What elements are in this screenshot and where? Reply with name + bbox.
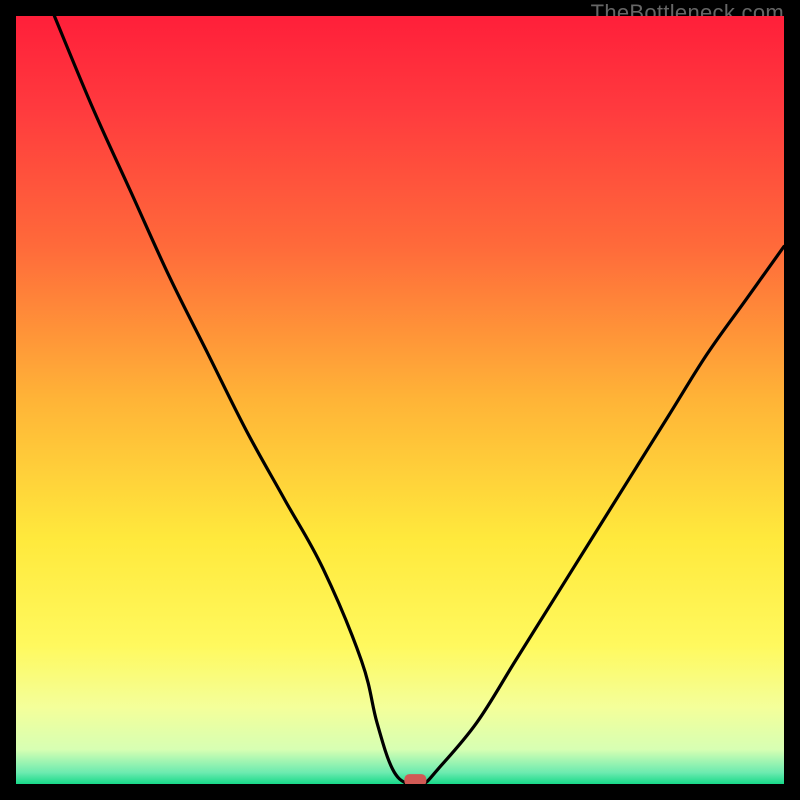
gradient-background (16, 16, 784, 784)
chart-frame (16, 16, 784, 784)
bottleneck-chart (16, 16, 784, 784)
optimum-marker (404, 774, 426, 784)
